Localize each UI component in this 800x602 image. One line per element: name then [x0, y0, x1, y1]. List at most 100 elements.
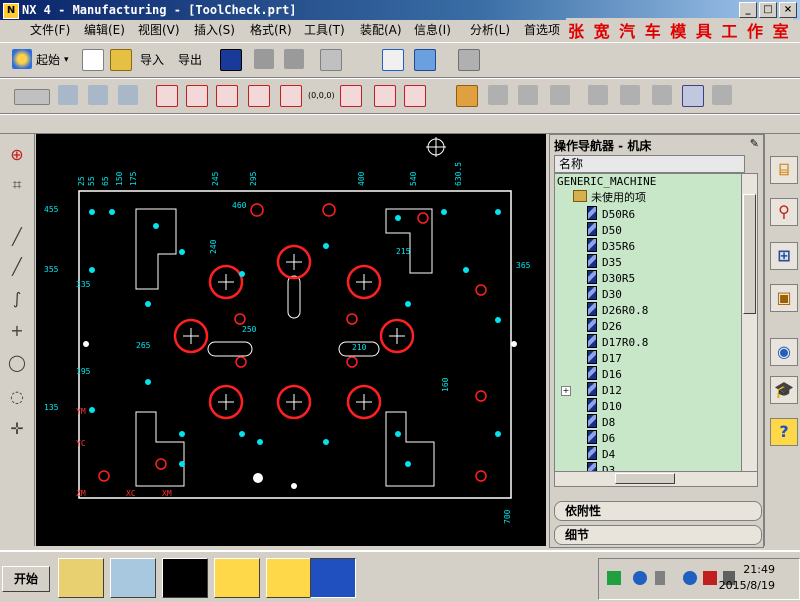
arc-tool-icon[interactable]: ◌ — [6, 386, 28, 408]
spline-tool-icon[interactable]: ∫ — [6, 288, 28, 310]
menu-tools[interactable]: 工具(T) — [304, 22, 345, 38]
replay-path-icon[interactable] — [620, 85, 640, 105]
pin-icon[interactable]: ✎ — [750, 137, 759, 150]
training-icon[interactable]: 🎓 — [770, 376, 798, 404]
layer-visible-icon[interactable] — [88, 85, 108, 105]
menu-view[interactable]: 视图(V) — [138, 22, 180, 38]
create-method-icon[interactable] — [550, 85, 570, 105]
taskbar-nx-icon[interactable] — [310, 558, 356, 598]
graphics-viewport[interactable]: YM YC ZM XM XC 455 355 335 195 135 630.5… — [36, 134, 546, 546]
taskbar-help-icon[interactable] — [214, 558, 260, 598]
tool-item-d26[interactable]: D26 — [587, 318, 622, 334]
clock-time[interactable]: 21:49 — [743, 563, 775, 576]
menu-format[interactable]: 格式(R) — [250, 22, 292, 38]
wcs-yc-icon[interactable] — [374, 85, 396, 107]
navigator-vertical-scrollbar[interactable] — [741, 173, 758, 473]
menu-file[interactable]: 文件(F) — [30, 22, 70, 38]
start-button[interactable]: 开始 — [2, 566, 50, 592]
new-file-icon[interactable] — [82, 49, 104, 71]
create-program-icon[interactable] — [456, 85, 478, 107]
shop-doc-icon[interactable] — [712, 85, 732, 105]
tool-item-d17[interactable]: D17 — [587, 350, 622, 366]
tool-item-d35[interactable]: D35 — [587, 254, 622, 270]
tree-unused-items[interactable]: 未使用的项 — [573, 190, 646, 206]
taskbar-console-icon[interactable] — [162, 558, 208, 598]
wcs-rotate-icon[interactable] — [216, 85, 238, 107]
column-header-name[interactable]: 名称 — [554, 155, 745, 173]
tool-item-d6[interactable]: D6 — [587, 430, 615, 446]
start-dropdown-icon[interactable]: ▾ — [64, 49, 69, 71]
tool-item-d4[interactable]: D4 — [587, 446, 615, 462]
paste-icon[interactable] — [284, 49, 304, 69]
fit-view-icon[interactable] — [382, 49, 404, 71]
tray-settings-icon[interactable] — [655, 571, 665, 585]
tray-network-icon[interactable] — [683, 571, 697, 585]
color-selector[interactable] — [14, 89, 50, 105]
taskbar-folder-icon[interactable] — [58, 558, 104, 598]
web-browser-icon[interactable]: ◉ — [770, 338, 798, 366]
details-panel-button[interactable]: 细节 — [554, 525, 762, 545]
generate-path-icon[interactable] — [588, 85, 608, 105]
tool-item-d26r08[interactable]: D26R0.8 — [587, 302, 648, 318]
tool-item-d50r6[interactable]: D50R6 — [587, 206, 635, 222]
tool-item-d30r5[interactable]: D30R5 — [587, 270, 635, 286]
postprocess-icon[interactable] — [682, 85, 704, 107]
tray-input-icon[interactable] — [607, 571, 621, 585]
help-icon[interactable]: ? — [770, 418, 798, 446]
render-style-icon[interactable] — [458, 49, 480, 71]
export-button[interactable]: 导出 — [178, 49, 202, 71]
assembly-navigator-icon[interactable]: ⌸ — [770, 156, 798, 184]
navigator-horizontal-scrollbar[interactable] — [554, 471, 758, 487]
list-path-icon[interactable] — [652, 85, 672, 105]
line-tool-icon[interactable]: ╱ — [6, 226, 28, 248]
maximize-button[interactable]: □ — [759, 2, 777, 18]
vertical-scroll-thumb[interactable] — [743, 194, 756, 314]
wcs-dynamic-icon[interactable] — [186, 85, 208, 107]
menu-edit[interactable]: 编辑(E) — [84, 22, 125, 38]
expand-d12-toggle[interactable]: + — [561, 386, 571, 396]
reuse-library-icon[interactable]: ▣ — [770, 284, 798, 312]
create-geometry-icon[interactable] — [518, 85, 538, 105]
create-tool-icon[interactable] — [488, 85, 508, 105]
tool-item-d50[interactable]: D50 — [587, 222, 622, 238]
wcs-x-axis-icon[interactable] — [280, 85, 302, 107]
menu-assembly[interactable]: 装配(A) — [360, 22, 402, 38]
wcs-tool-icon[interactable]: ⊕ — [6, 144, 28, 166]
cross-tool-icon[interactable]: ✛ — [6, 418, 28, 440]
wcs-save-icon[interactable] — [404, 85, 426, 107]
close-button[interactable]: × — [779, 2, 797, 18]
start-menu-button[interactable]: 起始 — [36, 49, 60, 71]
part-navigator-icon[interactable]: ⚲ — [770, 198, 798, 226]
tray-help-icon[interactable] — [633, 571, 647, 585]
menu-insert[interactable]: 插入(S) — [194, 22, 235, 38]
line-alt-tool-icon[interactable]: ╱ — [6, 256, 28, 278]
tool-item-d30[interactable]: D30 — [587, 286, 622, 302]
circle-tool-icon[interactable]: ◯ — [6, 352, 28, 374]
operation-navigator-icon[interactable]: ⊞ — [770, 242, 798, 270]
import-button[interactable]: 导入 — [140, 49, 164, 71]
menu-preferences[interactable]: 首选项 — [524, 22, 560, 38]
tool-item-d12[interactable]: D12 — [587, 382, 622, 398]
clipboard-icon[interactable] — [320, 49, 342, 71]
wcs-orient-icon[interactable] — [248, 85, 270, 107]
tool-item-d35r6[interactable]: D35R6 — [587, 238, 635, 254]
shaded-view-icon[interactable] — [414, 49, 436, 71]
wcs-coordinate-label[interactable]: (0,0,0) — [308, 85, 335, 107]
taskbar-help2-icon[interactable] — [266, 558, 312, 598]
clock-date[interactable]: 2015/8/19 — [719, 579, 775, 592]
horizontal-scroll-thumb[interactable] — [615, 473, 675, 484]
wcs-origin-icon[interactable] — [156, 85, 178, 107]
menu-info[interactable]: 信息(I) — [414, 22, 451, 38]
taskbar-notepad-icon[interactable] — [110, 558, 156, 598]
tree-root-machine[interactable]: GENERIC_MACHINE — [557, 174, 656, 190]
dependencies-panel-button[interactable]: 依附性 — [554, 501, 762, 521]
layer-copy-icon[interactable] — [118, 85, 138, 105]
minimize-button[interactable]: _ — [739, 2, 757, 18]
menu-analysis[interactable]: 分析(L) — [470, 22, 510, 38]
tool-item-d10[interactable]: D10 — [587, 398, 622, 414]
point-tool-icon[interactable]: + — [6, 320, 28, 342]
tool-item-d8[interactable]: D8 — [587, 414, 615, 430]
save-icon[interactable] — [220, 49, 242, 71]
wcs-xc-icon[interactable] — [340, 85, 362, 107]
tool-item-d16[interactable]: D16 — [587, 366, 622, 382]
